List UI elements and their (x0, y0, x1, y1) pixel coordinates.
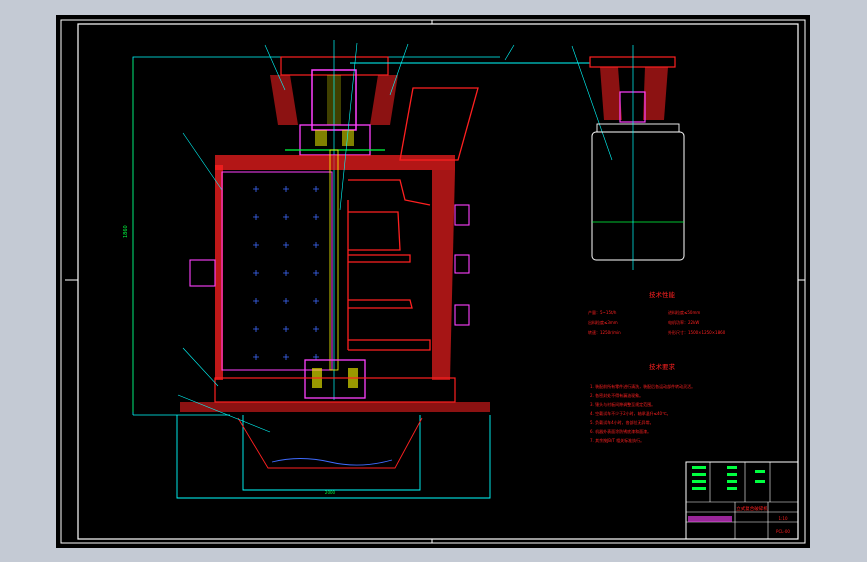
requirement-4: 5. 负载试车4小时，各部位无异常。 (590, 419, 654, 425)
cad-drawing-canvas: 1860 2000 技术性能 产量：5~15t/h 进料粒度≤50mm 出料粒度… (56, 15, 810, 548)
tech-params-title: 技术性能 (649, 290, 676, 299)
requirement-1: 2. 各密封处不得有漏油现象。 (590, 392, 643, 398)
title-block-name: 立式复合破碎机 (736, 505, 768, 512)
dimension-base-text: 2000 (325, 490, 336, 495)
title-block-drawing-no: PCL-00 (776, 529, 790, 534)
requirement-0: 1. 装配前所有零件进行清洗，装配后各运动部件转动灵活。 (590, 383, 695, 389)
param-1: 进料粒度≤50mm (668, 309, 700, 315)
param-0: 产量：5~15t/h (588, 309, 617, 315)
cad-viewport: 1860 2000 技术性能 产量：5~15t/h 进料粒度≤50mm 出料粒度… (0, 0, 867, 562)
tech-requirements-title: 技术要求 (649, 362, 676, 371)
title-block-stripe (688, 516, 732, 522)
title-block-scale: 1:10 (779, 516, 788, 521)
param-4: 转速：1250r/min (588, 329, 621, 335)
param-5: 外形尺寸：1500×1250×1860 (668, 329, 726, 335)
requirement-5: 6. 机器外表面涂防锈底漆和面漆。 (590, 428, 651, 434)
requirement-6: 7. 其余按JB/T 相关标准执行。 (590, 437, 644, 443)
bearing-left (315, 130, 327, 146)
requirement-2: 3. 锤头与衬板间隙调整至规定范围。 (590, 401, 655, 407)
dimension-height-text: 1860 (123, 225, 129, 238)
requirement-3: 4. 空载试车不少于2小时，轴承温升≤40℃。 (590, 410, 671, 416)
param-3: 电机功率：22kW (668, 319, 699, 325)
param-2: 出料粒度≤3mm (588, 319, 618, 325)
side-pulley-right (643, 67, 668, 120)
base-frame (180, 402, 490, 412)
top-cover (215, 155, 455, 170)
